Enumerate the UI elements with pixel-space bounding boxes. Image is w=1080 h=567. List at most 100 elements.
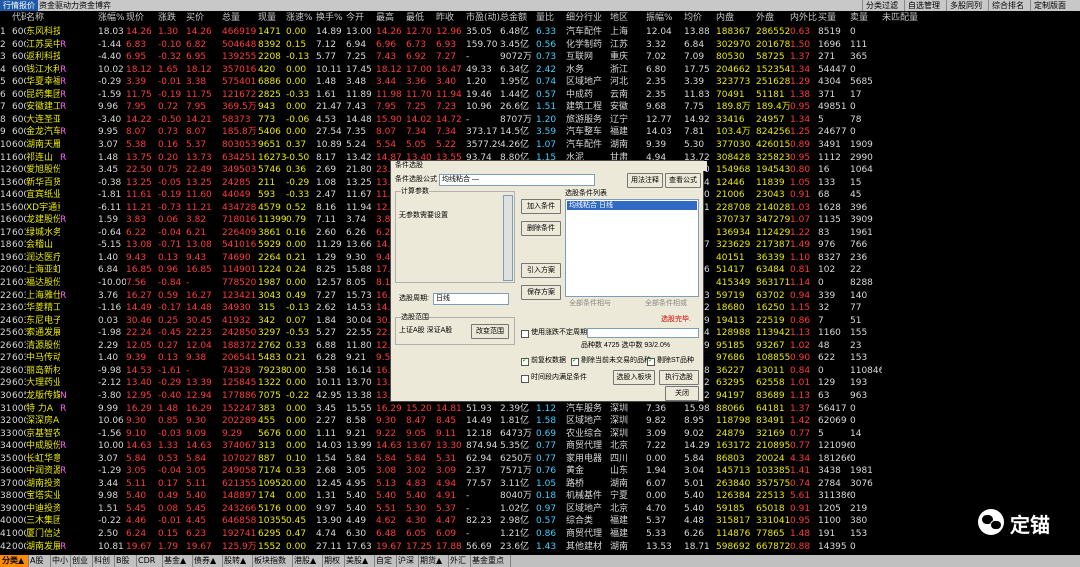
- save-scheme-button[interactable]: 保存方案: [521, 285, 561, 300]
- table-row[interactable]: 39000609中迪投资 1.51 5.45 0.08 5.45 2432665176 0.…: [0, 503, 1080, 515]
- delete-condition-button[interactable]: 删除条件: [521, 221, 561, 236]
- market-tab[interactable]: A股: [28, 555, 51, 567]
- table-row[interactable]: 8600593大连圣亚-3.4014.22-0.5014.2158373773-…: [0, 114, 1080, 126]
- table-row[interactable]: 36000506中润资源R -1.29 3.05 -0.04 3.05 249058717…: [0, 465, 1080, 477]
- usage-notes-button[interactable]: 用法注释: [627, 173, 663, 188]
- market-tab[interactable]: 基金重点: [470, 555, 511, 567]
- market-tab[interactable]: CDR: [136, 555, 163, 567]
- column-header[interactable]: 买价: [186, 12, 222, 25]
- table-cell: 188372: [222, 340, 257, 351]
- view-formula-button[interactable]: 查看公式: [665, 173, 701, 188]
- column-header[interactable]: 涨跌: [158, 12, 186, 25]
- column-header[interactable]: 总量: [222, 12, 258, 25]
- watchlist-button[interactable]: 自选管理: [904, 0, 943, 11]
- table-row[interactable]: 32000029深深房A10.069.300.859.302022894550.…: [0, 415, 1080, 427]
- execute-button[interactable]: 执行选股: [659, 370, 699, 385]
- market-tab[interactable]: 科创: [92, 555, 115, 567]
- all-and-radio[interactable]: 全部条件相与: [569, 299, 611, 309]
- table-row[interactable]: 37000548湖南投资3.445.110.175.11621355109520…: [0, 478, 1080, 490]
- market-tab[interactable]: 美股▲: [344, 555, 375, 567]
- column-header[interactable]: 买量: [818, 12, 850, 25]
- condition-list-item[interactable]: 均线粘合 日线: [567, 201, 697, 210]
- table-row[interactable]: 10600698湖南天雁 3.07 5.38 0.16 5.37 8030539651 0.…: [0, 139, 1080, 151]
- table-row[interactable]: 3600220返利科技-4.406.95-0.326.951392552208-…: [0, 51, 1080, 63]
- multi-stock-button[interactable]: 多股同列: [946, 0, 985, 11]
- column-header[interactable]: 地区: [610, 12, 646, 25]
- market-tab[interactable]: 港股▲: [292, 555, 323, 567]
- column-header[interactable]: 总金额: [500, 12, 536, 25]
- column-header[interactable]: 均价: [684, 12, 716, 25]
- change-range-button[interactable]: 改变范围: [471, 324, 509, 339]
- column-header[interactable]: 代码: [12, 12, 26, 25]
- column-header[interactable]: 内外比: [790, 12, 818, 25]
- table-row[interactable]: 9 600686金龙汽车R 9.95 8.07 0.73 8.07 185.8万5406 0.…: [0, 126, 1080, 138]
- table-row[interactable]: 7 600502安徽建工R 9.96 7.95 0.72 7.95 369.5万943 0.0…: [0, 101, 1080, 113]
- exclude-st-checkbox[interactable]: [647, 356, 655, 366]
- column-header[interactable]: 名称: [26, 12, 60, 25]
- column-header[interactable]: 涨幅%: [98, 12, 126, 25]
- table-row[interactable]: 38000595宝塔实业 9.98 5.40 0.49 5.40 148897174 0.0…: [0, 490, 1080, 502]
- column-header[interactable]: 现价: [126, 12, 158, 25]
- market-tab[interactable]: 沪深: [396, 555, 419, 567]
- tab-capital-game[interactable]: 资金博弈: [76, 0, 114, 11]
- ranking-button[interactable]: 综合排名: [988, 0, 1027, 11]
- layout-button[interactable]: 定制版面: [1030, 0, 1069, 11]
- column-header[interactable]: 卖量: [850, 12, 882, 25]
- close-button[interactable]: 关闭: [665, 386, 699, 401]
- table-row[interactable]: 1600001东风科技18.0314.261.3014.264669191471…: [0, 26, 1080, 38]
- all-or-radio[interactable]: 全部条件相或: [645, 299, 687, 309]
- column-header[interactable]: 今开: [346, 12, 376, 25]
- period-select[interactable]: 日线: [433, 293, 509, 305]
- table-row[interactable]: 31000025特 力A R 9.99 16.29 1.48 16.29 152247383…: [0, 403, 1080, 415]
- table-row[interactable]: 33000048京基智农 -1.56 9.10 -0.03 9.09 9.29 5676 0.…: [0, 428, 1080, 440]
- market-tab[interactable]: 股转▲: [222, 555, 253, 567]
- market-tab[interactable]: 中小: [50, 555, 71, 567]
- formula-select[interactable]: 均线粘合 —: [439, 174, 595, 186]
- column-header[interactable]: 昨收: [436, 12, 466, 25]
- table-row[interactable]: 35000404长虹华意 3.07 5.84 0.53 5.84 107027887 0.1…: [0, 453, 1080, 465]
- condition-list[interactable]: 均线粘合 日线: [565, 199, 699, 297]
- market-tab[interactable]: 外汇: [448, 555, 471, 567]
- market-tab[interactable]: 债券▲: [192, 555, 223, 567]
- column-header[interactable]: 市盈(动): [466, 12, 500, 25]
- market-tab[interactable]: 板块指数: [252, 555, 293, 567]
- market-tab[interactable]: B股: [114, 555, 137, 567]
- table-row[interactable]: 40000632三木集团 -0.22 4.46 -0.01 4.45 6468581035…: [0, 515, 1080, 527]
- market-tab[interactable]: 分类▲: [0, 555, 29, 567]
- column-header[interactable]: 内盘: [716, 12, 756, 25]
- exclude-untraded-checkbox[interactable]: [571, 356, 579, 366]
- market-tab[interactable]: 期权: [322, 555, 345, 567]
- table-row[interactable]: 4600283钱江水利R10.0218.121.6518.12357016420…: [0, 64, 1080, 76]
- column-header[interactable]: 振幅%: [646, 12, 684, 25]
- import-scheme-button[interactable]: 引入方案: [521, 263, 561, 278]
- market-tab[interactable]: 基金▲: [162, 555, 193, 567]
- table-cell: 1.51: [536, 102, 557, 113]
- table-row[interactable]: 41000701厦门信达 2.50 6.24 0.15 6.23 1927416295 0.…: [0, 528, 1080, 540]
- add-condition-button[interactable]: 加入条件: [521, 199, 561, 214]
- tab-quotes[interactable]: 行情报价: [0, 0, 38, 11]
- column-header[interactable]: 换手%: [316, 12, 346, 25]
- column-header[interactable]: 外盘: [756, 12, 790, 25]
- params-scrollbar[interactable]: [503, 195, 513, 281]
- table-row[interactable]: 34000151中成股份R10.0014.631.3314.6337406731…: [0, 440, 1080, 452]
- time-condition-checkbox[interactable]: [521, 375, 529, 383]
- market-tab[interactable]: 创业: [70, 555, 93, 567]
- table-row[interactable]: 5 600340华夏幸福R -0.29 3.39 -0.01 3.38 5754016886…: [0, 76, 1080, 88]
- add-to-block-button[interactable]: 选股入板块: [613, 370, 655, 385]
- column-header[interactable]: 最低: [406, 12, 436, 25]
- column-header[interactable]: 涨速%: [286, 12, 316, 25]
- table-row[interactable]: 42000722湖南发展R10.8119.671.7919.67125.9万15…: [0, 541, 1080, 553]
- column-header[interactable]: 最高: [376, 12, 406, 25]
- table-cell: 18.71: [684, 541, 710, 552]
- market-tab[interactable]: 期货▲: [418, 555, 449, 567]
- front-restore-checkbox[interactable]: [521, 356, 529, 366]
- uncertain-period-checkbox[interactable]: [521, 330, 529, 338]
- column-header[interactable]: 现量: [258, 12, 286, 25]
- market-tab[interactable]: 自定: [374, 555, 397, 567]
- column-header[interactable]: 未匹配量: [882, 12, 918, 25]
- table-row[interactable]: 2 600200江苏吴中R -1.44 6.83 -0.10 6.82 5046488392…: [0, 39, 1080, 51]
- filter-button[interactable]: 分类过滤: [862, 0, 901, 11]
- table-row[interactable]: 6 600422昆药集团R -1.59 11.75 -0.19 11.75 12167228…: [0, 89, 1080, 101]
- column-header[interactable]: 细分行业: [566, 12, 610, 25]
- column-header[interactable]: 量比: [536, 12, 566, 25]
